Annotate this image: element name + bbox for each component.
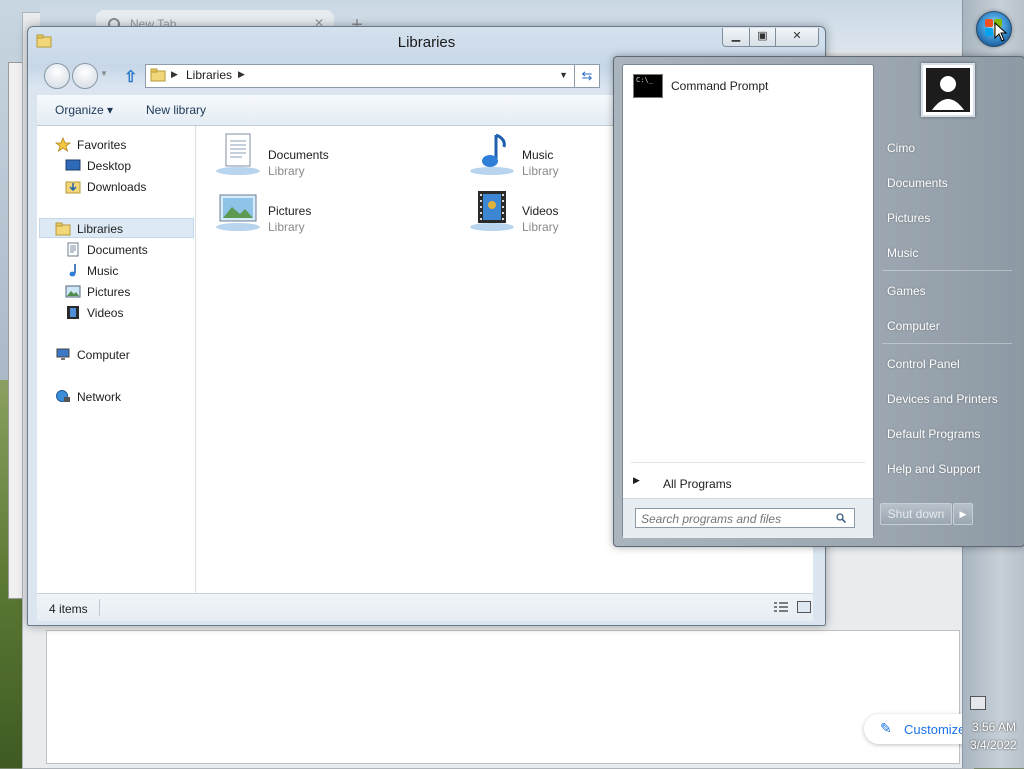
program-command-prompt[interactable]: C:\_ Command Prompt: [627, 71, 869, 105]
recent-pages-dropdown[interactable]: ▼: [100, 69, 108, 78]
search-area: [623, 498, 873, 538]
nav-item-music[interactable]: Music: [65, 261, 185, 281]
maximize-button[interactable]: ▣: [749, 28, 776, 47]
search-input[interactable]: [635, 508, 855, 528]
browser-page: [46, 630, 960, 764]
nav-item-computer[interactable]: Computer: [55, 345, 185, 365]
start-menu: C:\_ Command Prompt ▶ All Programs Cimo …: [613, 56, 1024, 547]
clock-time[interactable]: 3:56 AM: [972, 720, 1016, 734]
nav-item-videos[interactable]: Videos: [65, 303, 185, 323]
start-item-documents[interactable]: Documents: [876, 168, 1016, 196]
pictures-library-icon: [216, 194, 260, 231]
navigation-pane: Favorites Desktop Downloads Libraries Do…: [37, 126, 196, 593]
start-item-games[interactable]: Games: [876, 276, 1016, 304]
videos-icon: [67, 306, 79, 319]
status-divider: [99, 599, 100, 616]
documents-icon: [67, 242, 79, 257]
new-library-button[interactable]: New library: [146, 103, 206, 117]
close-button[interactable]: ✕: [775, 28, 819, 47]
computer-icon: [56, 348, 70, 360]
start-item-help-support[interactable]: Help and Support: [876, 454, 1016, 482]
libraries-folder-icon: [150, 68, 166, 82]
customize-label: Customize: [904, 722, 966, 737]
downloads-folder-icon: [65, 181, 81, 194]
command-prompt-icon: C:\_: [633, 74, 663, 98]
nav-item-downloads[interactable]: Downloads: [65, 177, 185, 197]
start-item-devices-printers[interactable]: Devices and Printers: [876, 384, 1016, 412]
desktop-icon: [65, 159, 81, 171]
minimize-button[interactable]: ▁: [722, 28, 750, 47]
network-tray-icon[interactable]: [970, 696, 986, 710]
nav-item-desktop[interactable]: Desktop: [65, 156, 185, 176]
nav-item-network[interactable]: Network: [55, 387, 185, 407]
forward-button[interactable]: [72, 63, 98, 89]
window-title: Libraries: [397, 34, 456, 51]
start-item-computer[interactable]: Computer: [876, 311, 1016, 339]
start-item-user[interactable]: Cimo: [876, 133, 1016, 161]
divider: [882, 270, 1012, 271]
library-documents[interactable]: Documents Library: [214, 131, 414, 178]
all-programs-button[interactable]: ▶ All Programs: [633, 470, 863, 494]
pencil-icon: ✎: [880, 720, 892, 736]
start-item-default-programs[interactable]: Default Programs: [876, 419, 1016, 447]
nav-item-libraries[interactable]: Libraries: [55, 219, 185, 239]
refresh-button[interactable]: ⇆: [574, 64, 600, 88]
search-icon[interactable]: [836, 513, 846, 523]
up-arrow-icon[interactable]: ⇧: [124, 67, 137, 87]
nav-item-favorites[interactable]: Favorites: [55, 135, 185, 155]
shut-down-options-arrow-icon[interactable]: ▶: [953, 503, 973, 525]
videos-library-icon: [470, 191, 514, 231]
music-note-icon: [69, 264, 76, 277]
pictures-icon: [65, 285, 81, 298]
breadcrumb-arrow-icon[interactable]: ▶: [171, 69, 178, 80]
preview-pane-icon[interactable]: [797, 601, 811, 613]
start-item-control-panel[interactable]: Control Panel: [876, 349, 1016, 377]
nav-item-pictures[interactable]: Pictures: [65, 282, 185, 302]
back-button[interactable]: [44, 63, 70, 89]
address-dropdown-icon[interactable]: ▼: [559, 70, 568, 80]
breadcrumb-arrow-icon[interactable]: ▶: [238, 69, 245, 80]
start-item-music[interactable]: Music: [876, 238, 1016, 266]
library-pictures[interactable]: Pictures Library: [214, 187, 414, 234]
user-avatar[interactable]: [921, 63, 975, 117]
start-menu-programs-pane: C:\_ Command Prompt ▶ All Programs: [622, 64, 874, 538]
user-icon: [926, 68, 970, 112]
item-count: 4 items: [49, 602, 88, 616]
divider: [631, 462, 865, 463]
triangle-right-icon: ▶: [633, 475, 640, 485]
details-view-icon[interactable]: [774, 602, 788, 613]
clock-date[interactable]: 3/4/2022: [970, 738, 1017, 752]
star-icon: [55, 137, 71, 152]
nav-item-documents[interactable]: Documents: [65, 240, 185, 260]
divider: [882, 343, 1012, 344]
address-bar[interactable]: ▶ Libraries ▶ ▼: [145, 64, 575, 88]
music-library-icon: [470, 133, 514, 175]
start-item-pictures[interactable]: Pictures: [876, 203, 1016, 231]
program-label: Command Prompt: [671, 79, 769, 93]
libraries-folder-icon: [55, 222, 71, 236]
status-bar: 4 items: [37, 593, 813, 621]
documents-library-icon: [216, 133, 260, 175]
network-icon: [56, 390, 70, 402]
shut-down-button[interactable]: Shut down: [880, 503, 952, 525]
organize-button[interactable]: Organize ▾: [55, 103, 113, 117]
windows-flag-icon: [985, 19, 993, 27]
breadcrumb-libraries[interactable]: Libraries: [186, 68, 232, 82]
mouse-cursor-icon: [994, 22, 1008, 42]
